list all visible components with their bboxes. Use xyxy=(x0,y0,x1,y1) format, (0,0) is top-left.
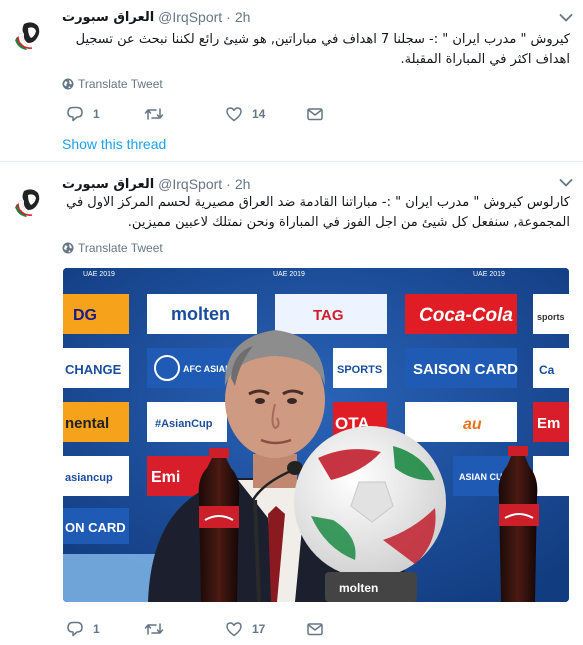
avatar[interactable] xyxy=(10,16,46,52)
tweet[interactable]: العراق سبورت @IrqSport · 2h كارلوس كيروش… xyxy=(0,163,583,645)
reply-count: 1 xyxy=(93,622,100,636)
board-text: asiancup xyxy=(65,472,113,484)
like-count: 17 xyxy=(252,622,266,636)
separator-dot: · xyxy=(226,9,231,25)
translate-label: Translate Tweet xyxy=(78,241,163,255)
display-name[interactable]: العراق سبورت xyxy=(62,10,154,25)
board-text: SPORTS xyxy=(337,364,382,376)
direct-message-button[interactable] xyxy=(306,104,324,124)
board-text: Ca xyxy=(539,363,555,377)
mail-icon xyxy=(307,108,323,121)
tweet-text: كارلوس كيروش " مدرب ايران " :- مباراتنا … xyxy=(66,195,570,230)
press-conference-photo: UAE 2019 UAE 2019 UAE 2019 DG molten TAG… xyxy=(63,268,569,602)
tweet-actions: 1 17 xyxy=(62,619,362,639)
avatar-logo xyxy=(15,189,40,217)
board-text: UAE 2019 xyxy=(83,271,115,278)
board-text: TAG xyxy=(313,307,344,324)
board-text: SAISON CARD xyxy=(413,361,518,378)
board-text: CHANGE xyxy=(65,362,122,377)
globe-icon xyxy=(62,78,74,90)
board-text: sports xyxy=(537,312,565,322)
like-count: 14 xyxy=(252,107,266,121)
board-text: molten xyxy=(171,304,230,324)
translate-tweet-link[interactable]: Translate Tweet xyxy=(62,76,163,92)
timestamp[interactable]: 2h xyxy=(235,176,251,192)
board-text: #AsianCup xyxy=(155,418,213,430)
like-button[interactable]: 17 xyxy=(225,619,265,639)
translate-label: Translate Tweet xyxy=(78,77,163,91)
board-text: UAE 2019 xyxy=(473,271,505,278)
avatar[interactable] xyxy=(10,183,46,219)
user-handle[interactable]: @IrqSport xyxy=(158,9,222,25)
board-text: nental xyxy=(65,415,109,432)
user-handle[interactable]: @IrqSport xyxy=(158,176,222,192)
heart-icon xyxy=(226,622,242,637)
board-text: Coca-Cola xyxy=(419,305,513,326)
globe-icon xyxy=(62,242,74,254)
reply-button[interactable]: 1 xyxy=(66,104,100,124)
board-text: Em xyxy=(537,415,560,432)
separator-dot: · xyxy=(226,176,231,192)
display-name[interactable]: العراق سبورت xyxy=(62,177,154,192)
avatar-logo xyxy=(15,22,40,50)
board-text: UAE 2019 xyxy=(273,271,305,278)
tweet-header: العراق سبورت @IrqSport · 2h xyxy=(62,8,250,26)
board-text: ON CARD xyxy=(65,520,126,535)
reply-icon xyxy=(67,621,83,637)
retweet-button[interactable] xyxy=(144,104,173,124)
retweet-icon xyxy=(144,108,164,120)
tweet[interactable]: العراق سبورت @IrqSport · 2h كيروش " مدرب… xyxy=(0,0,583,162)
direct-message-button[interactable] xyxy=(306,619,324,639)
board-text: Emi xyxy=(151,469,180,486)
tweet-header: العراق سبورت @IrqSport · 2h xyxy=(62,175,250,193)
chevron-down-icon[interactable] xyxy=(559,178,573,188)
tweet-actions: 1 14 xyxy=(62,104,362,124)
translate-tweet-link[interactable]: Translate Tweet xyxy=(62,240,163,256)
retweet-button[interactable] xyxy=(144,619,173,639)
like-button[interactable]: 14 xyxy=(225,104,265,124)
board-text: DG xyxy=(73,307,97,324)
reply-button[interactable]: 1 xyxy=(66,619,100,639)
tweet-text: كيروش " مدرب ايران " :- سجلنا 7 اهداف في… xyxy=(75,32,570,67)
tweet-photo[interactable]: UAE 2019 UAE 2019 UAE 2019 DG molten TAG… xyxy=(63,268,569,602)
chevron-down-icon[interactable] xyxy=(559,13,573,23)
board-text: au xyxy=(463,416,482,433)
retweet-icon xyxy=(144,623,164,635)
mail-icon xyxy=(307,623,323,636)
timestamp[interactable]: 2h xyxy=(235,9,251,25)
reply-count: 1 xyxy=(93,107,100,121)
reply-icon xyxy=(67,106,83,122)
heart-icon xyxy=(226,107,242,122)
show-thread-link[interactable]: Show this thread xyxy=(62,136,166,152)
board-text: molten xyxy=(339,581,378,595)
